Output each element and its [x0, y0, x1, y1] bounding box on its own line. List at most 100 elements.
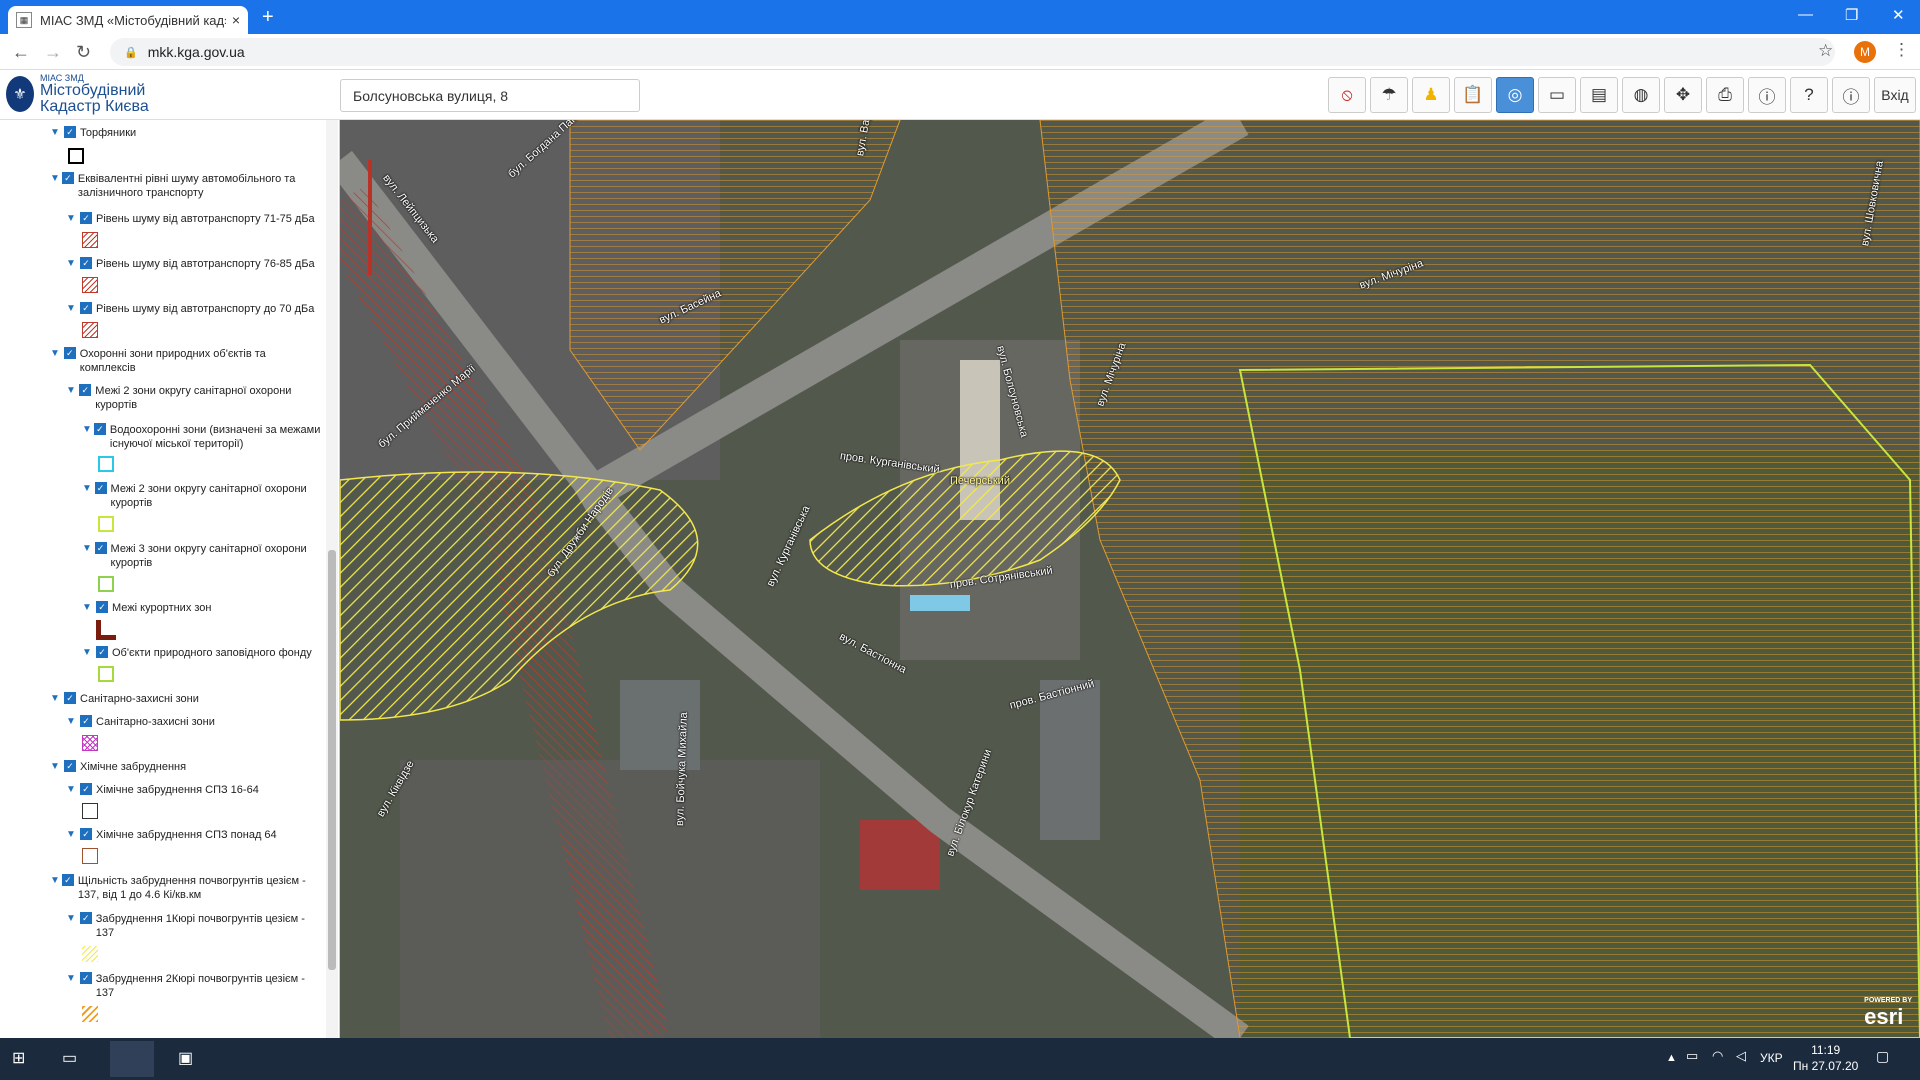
layer-item[interactable]: ▼ ✓ Санітарно-захисні зони — [50, 692, 320, 706]
layer-checkbox[interactable]: ✓ — [79, 384, 92, 396]
layer-checkbox[interactable]: ✓ — [61, 172, 74, 184]
address-search-input[interactable] — [340, 79, 640, 112]
chevron-down-icon[interactable]: ▼ — [66, 212, 78, 226]
browser-tab[interactable]: ▦ МІАС ЗМД «Містобудівний кад» × — [8, 6, 248, 34]
layer-item[interactable]: ▼ ✓ Межі 2 зони округу санітарної охорони … — [82, 482, 322, 510]
tab-close-icon[interactable]: × — [232, 12, 240, 28]
bookmark-star-icon[interactable]: ☆ — [1818, 41, 1833, 61]
tray-chevron-icon[interactable]: ▲ — [1666, 1052, 1677, 1064]
compass-icon[interactable]: ◎ — [1496, 77, 1534, 113]
layer-checkbox[interactable]: ✓ — [94, 542, 107, 554]
minimize-button[interactable]: — — [1798, 6, 1813, 23]
layer-checkbox[interactable]: ✓ — [94, 482, 107, 494]
windows-start-icon[interactable]: ⊞ — [12, 1048, 25, 1068]
kyiv-logo-icon[interactable]: ⚜ — [6, 76, 34, 112]
layer-item[interactable]: ▼ ✓ Об'єкти природного заповідного фонду — [82, 646, 322, 660]
login-button[interactable]: Вхід — [1874, 77, 1916, 113]
layer-item[interactable]: ▼ ✓ Рівень шуму від автотранспорту до 70 д… — [66, 302, 322, 316]
layer-checkbox[interactable]: ✓ — [80, 828, 92, 840]
layer-item[interactable]: ▼ ✓ Хімічне забруднення СПЗ 16-64 — [66, 783, 322, 797]
layer-item[interactable]: ▼ ✓ Хімічне забруднення — [50, 760, 320, 774]
esri-logo[interactable]: POWERED BY esri — [1864, 997, 1912, 1030]
chevron-down-icon[interactable]: ▼ — [82, 542, 93, 556]
profile-avatar[interactable]: M — [1854, 41, 1876, 63]
layer-item[interactable]: ▼ ✓ Забруднення 1Кюрі почвогрунтів цезієм … — [66, 912, 322, 940]
layer-checkbox[interactable]: ✓ — [79, 912, 92, 924]
layer-checkbox[interactable]: ✓ — [64, 692, 76, 704]
info-icon[interactable]: ⓘ — [1748, 77, 1786, 113]
street-view-person-icon[interactable]: ♟ — [1412, 77, 1450, 113]
layer-checkbox[interactable]: ✓ — [93, 423, 106, 435]
browser-menu-icon[interactable]: ⋮ — [1893, 40, 1910, 60]
app-logo-text[interactable]: МІАС ЗМД Містобудівний Кадастр Києва — [40, 73, 149, 115]
layer-item[interactable]: ▼ ✓ Щільність забруднення почвогрунтів цез… — [50, 874, 320, 902]
layer-checkbox[interactable]: ✓ — [64, 126, 76, 138]
maximize-button[interactable]: ❐ — [1845, 6, 1858, 24]
layer-item[interactable]: ▼ ✓ Водоохоронні зони (визначені за межами… — [82, 423, 322, 451]
chevron-down-icon[interactable]: ▼ — [50, 692, 62, 706]
sidebar-scrollbar[interactable] — [326, 120, 338, 1038]
taskbar-clock[interactable]: 11:19 Пн 27.07.20 — [1793, 1042, 1858, 1074]
chevron-down-icon[interactable]: ▼ — [66, 972, 78, 986]
wifi-icon[interactable]: ◠ — [1712, 1048, 1723, 1064]
chevron-down-icon[interactable]: ▼ — [50, 874, 60, 888]
layer-item[interactable]: ▼ ✓ Охоронні зони природних об'єктів та ко… — [50, 347, 320, 375]
pan-move-icon[interactable]: ✥ — [1664, 77, 1702, 113]
ruler-icon[interactable]: ▭ — [1538, 77, 1576, 113]
layers-map-icon[interactable]: ▤ — [1580, 77, 1618, 113]
chevron-down-icon[interactable]: ▼ — [82, 423, 92, 437]
url-field[interactable]: 🔒 mkk.kga.gov.ua — [110, 38, 1835, 66]
chevron-down-icon[interactable]: ▼ — [66, 783, 78, 797]
chevron-down-icon[interactable]: ▼ — [50, 760, 62, 774]
layer-item[interactable]: ▼ ✓ Торфяники — [50, 126, 320, 140]
chevron-down-icon[interactable]: ▼ — [50, 126, 62, 140]
about-icon[interactable]: ⓘ — [1832, 77, 1870, 113]
chevron-down-icon[interactable]: ▼ — [82, 482, 93, 496]
layer-item[interactable]: ▼ ✓ Рівень шуму від автотранспорту 71-75 д… — [66, 212, 322, 226]
layer-item[interactable]: ▼ ✓ Санітарно-захисні зони — [66, 715, 322, 729]
volume-icon[interactable]: ◁ — [1736, 1048, 1746, 1064]
chevron-down-icon[interactable]: ▼ — [66, 302, 78, 316]
layer-checkbox[interactable]: ✓ — [79, 972, 92, 984]
chevron-down-icon[interactable]: ▼ — [82, 601, 94, 615]
app-window-icon[interactable]: ▣ — [178, 1048, 193, 1068]
chevron-down-icon[interactable]: ▼ — [66, 715, 78, 729]
layer-item[interactable]: ▼ ✓ Межі 2 зони округу санітарної охорони … — [66, 384, 322, 412]
layer-checkbox[interactable]: ✓ — [63, 347, 76, 359]
no-layers-icon[interactable]: ⦸ — [1328, 77, 1366, 113]
chevron-down-icon[interactable]: ▼ — [66, 828, 78, 842]
window-close-button[interactable]: ✕ — [1892, 6, 1905, 24]
language-indicator[interactable]: УКР — [1760, 1051, 1783, 1065]
layer-checkbox[interactable]: ✓ — [96, 601, 108, 613]
layer-item[interactable]: ▼ ✓ Забруднення 2Кюрі почвогрунтів цезієм … — [66, 972, 322, 1000]
layer-item[interactable]: ▼ ✓ Межі курортних зон — [82, 601, 322, 615]
chevron-down-icon[interactable]: ▼ — [50, 347, 62, 361]
chevron-down-icon[interactable]: ▼ — [50, 172, 60, 186]
layer-item[interactable]: ▼ ✓ Межі 3 зони округу санітарної охорони … — [82, 542, 322, 570]
scrollbar-thumb[interactable] — [328, 550, 336, 970]
reload-icon[interactable]: ↻ — [76, 42, 91, 63]
battery-icon[interactable]: ▭ — [1686, 1048, 1698, 1064]
chevron-down-icon[interactable]: ▼ — [82, 646, 94, 660]
task-view-icon[interactable]: ▭ — [62, 1048, 77, 1068]
layer-checkbox[interactable]: ✓ — [80, 257, 92, 269]
layer-item[interactable]: ▼ ✓ Хімічне забруднення СПЗ понад 64 — [66, 828, 322, 842]
layer-checkbox[interactable]: ✓ — [80, 302, 92, 314]
chevron-down-icon[interactable]: ▼ — [66, 384, 77, 398]
new-tab-button[interactable]: + — [262, 6, 274, 29]
layer-checkbox[interactable]: ✓ — [80, 212, 92, 224]
layer-checkbox[interactable]: ✓ — [96, 646, 108, 658]
notifications-icon[interactable]: ▢ — [1876, 1048, 1889, 1065]
layer-item[interactable]: ▼ ✓ Еквівалентні рівні шуму автомобільного… — [50, 172, 320, 200]
print-icon[interactable]: ⎙ — [1706, 77, 1744, 113]
forward-arrow-icon[interactable]: → — [44, 42, 62, 63]
help-icon[interactable]: ? — [1790, 77, 1828, 113]
umbrella-icon[interactable]: ☂ — [1370, 77, 1408, 113]
clipboard-icon[interactable]: 📋 — [1454, 77, 1492, 113]
chrome-icon[interactable] — [110, 1041, 154, 1077]
layer-checkbox[interactable]: ✓ — [64, 760, 76, 772]
chevron-down-icon[interactable]: ▼ — [66, 257, 78, 271]
layer-checkbox[interactable]: ✓ — [61, 874, 74, 886]
layer-checkbox[interactable]: ✓ — [80, 715, 92, 727]
layer-item[interactable]: ▼ ✓ Рівень шуму від автотранспорту 76-85 д… — [66, 257, 322, 271]
